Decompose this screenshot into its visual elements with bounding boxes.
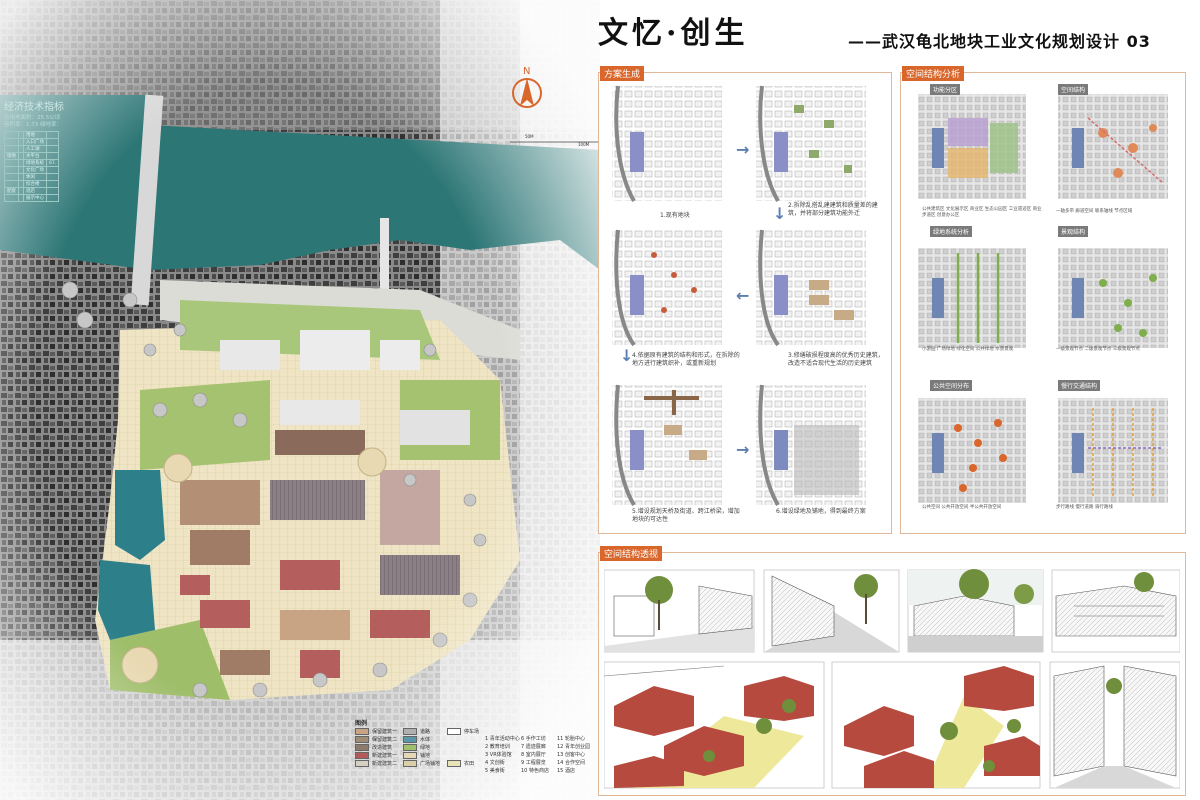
slow-traffic-map (1058, 398, 1168, 503)
analysis-title-5: 公共空间分布 (930, 380, 973, 391)
arrow-down-icon: ↓ (773, 204, 787, 223)
space-analysis-tag: 空间结构分析 (902, 66, 965, 81)
perspective-sketches (604, 569, 1180, 789)
scheme-step-1-map (612, 85, 722, 203)
legend-swatch (403, 751, 417, 759)
legend-title: 图例 (355, 720, 368, 727)
legend-swatch (355, 735, 369, 743)
stats-title: 经济技术指标 (4, 102, 64, 113)
scale-label-2: 100M (578, 142, 590, 147)
green-system-map (918, 248, 1026, 348)
compass-label: N (523, 66, 530, 77)
economic-indicator-table: 经济技术指标 总用地面积：25.5公顷 容积率：1.73 绿地率： 用地 入口广… (4, 98, 114, 202)
legend-swatch (355, 743, 369, 751)
public-space-map (918, 398, 1026, 503)
legend-col-1: 保留建筑一 保留建筑二 改造建筑 新建建筑一 新建建筑二 (355, 727, 397, 767)
perspective-view-4 (1051, 569, 1180, 653)
scheme-caption-1: 1.现有地块 (660, 212, 690, 219)
title-sub: ——武汉龟北地块工业文化规划设计 03 (848, 32, 1151, 51)
scheme-step-3-map (756, 229, 866, 347)
analysis-title-6: 慢行交通结构 (1058, 380, 1101, 391)
space-structure-map (1058, 94, 1168, 199)
legend-swatch (403, 759, 417, 767)
legend-swatch (355, 751, 369, 759)
perspective-tag: 空间结构透视 (600, 546, 663, 561)
arrow-left-icon: ← (736, 286, 750, 305)
master-plan: N 50M 100M 经济技术指标 总用地面积：25.5公顷 容积率：1.73 … (0, 0, 600, 800)
perspective-view-2 (763, 569, 900, 653)
analysis-title-4: 景观结构 (1058, 226, 1089, 237)
scheme-caption-4: 4.依据原有建筑的结构和形式，在拆除的地方进行建筑织补，或重新规划 (632, 352, 740, 367)
analysis-legend-1: 公共建筑区 文化展示区 商业区 生态公园区 工业遗迹区 商业步道区 创意办公区 (922, 207, 1042, 218)
scheme-tag: 方案生成 (600, 66, 645, 81)
landscape-structure-map (1058, 248, 1168, 348)
analysis-legend-3: 小游园 广场绿地 绿化空间 公共绿地 水景景观 (922, 347, 1014, 352)
stats-line-1: 总用地面积：25.5公顷 (4, 115, 61, 121)
analysis-legend-6: 步行路线 慢行道路 骑行路线 (1056, 505, 1113, 510)
scheme-caption-5: 5.增设规划天桥及街道、跨江桥梁，增加地块的可达性 (632, 508, 740, 523)
scale-label-1: 50M (525, 134, 534, 139)
perspective-view-6 (831, 661, 1041, 789)
perspective-view-7 (1049, 661, 1180, 789)
legend-col-6: 11 轮胎中心 12 青年创业园 13 创客中心 14 合作空间 15 酒店 (557, 735, 590, 774)
stats-line-2: 容积率：1.73 绿地率： (4, 122, 62, 128)
analysis-title-3: 绿地系统分析 (930, 226, 973, 237)
legend-col-5: 6 手作工坊 7 遗迹展廊 8 室内展厅 9 工程展览 10 特色商店 (521, 735, 549, 774)
legend-swatch (403, 735, 417, 743)
scheme-step-4-map (612, 229, 722, 347)
scheme-caption-2: 2.拆除乱搭乱建建筑和质量差的建筑，并将部分建筑功能外迁 (788, 202, 878, 217)
analysis-diagrams (918, 94, 1168, 503)
scheme-caption-6: 6.增设绿地及铺地，得到最终方案 (776, 508, 866, 515)
analysis-legend-2: 一轴多带 廊道空间 联系轴线 节点区域 (1056, 209, 1133, 214)
arrow-right-icon: → (736, 140, 750, 159)
analysis-legend-4: 一级景观节点 二级景观节点 三级景观节点 (1056, 347, 1140, 352)
perspective-view-5 (604, 661, 825, 789)
legend-swatch (447, 759, 461, 767)
plan-legend: 图例 保留建筑一 保留建筑二 改造建筑 新建建筑一 新建建筑二 道路 水体 绿地… (355, 718, 595, 774)
scheme-caption-3: 3.修缮破损程度高的优秀历史建筑，改造不适合现代生活的历史建筑 (788, 352, 884, 367)
legend-swatch (403, 743, 417, 751)
scheme-step-5-map (612, 384, 722, 507)
title-main: 文忆·创生 (598, 16, 749, 51)
legend-swatch (355, 759, 369, 767)
poster-title: 文忆·创生 ——武汉龟北地块工业文化规划设计 03 (598, 8, 1198, 51)
scheme-step-2-map (756, 85, 866, 203)
legend-swatch (403, 727, 417, 735)
legend-swatch (447, 727, 461, 735)
legend-col-4: 1 青年活动中心 2 教育培训 3 VR体验馆 4 文创街 5 美食街 (485, 735, 520, 774)
legend-col-3: 停车场 农田 (447, 727, 479, 767)
analysis-title-1: 功能分区 (930, 84, 961, 95)
legend-col-2: 道路 水体 绿地 铺地 广场铺地 (403, 727, 440, 767)
scheme-step-6-map (756, 384, 866, 507)
stats-grid: 用地 入口广场 人工湖 场地 水平台 绿地系统 67. 文化广场 休闲 综合楼 配套… (4, 131, 60, 202)
analysis-title-2: 空间结构 (1058, 84, 1089, 95)
analysis-legend-5: 公共空间 公共开放空间 半公共开放空间 (922, 505, 1002, 510)
perspective-view-1 (604, 569, 755, 653)
legend-swatch (355, 727, 369, 735)
function-zoning-map (918, 94, 1026, 199)
perspective-view-3 (907, 569, 1044, 653)
arrow-right-icon: → (736, 440, 750, 459)
